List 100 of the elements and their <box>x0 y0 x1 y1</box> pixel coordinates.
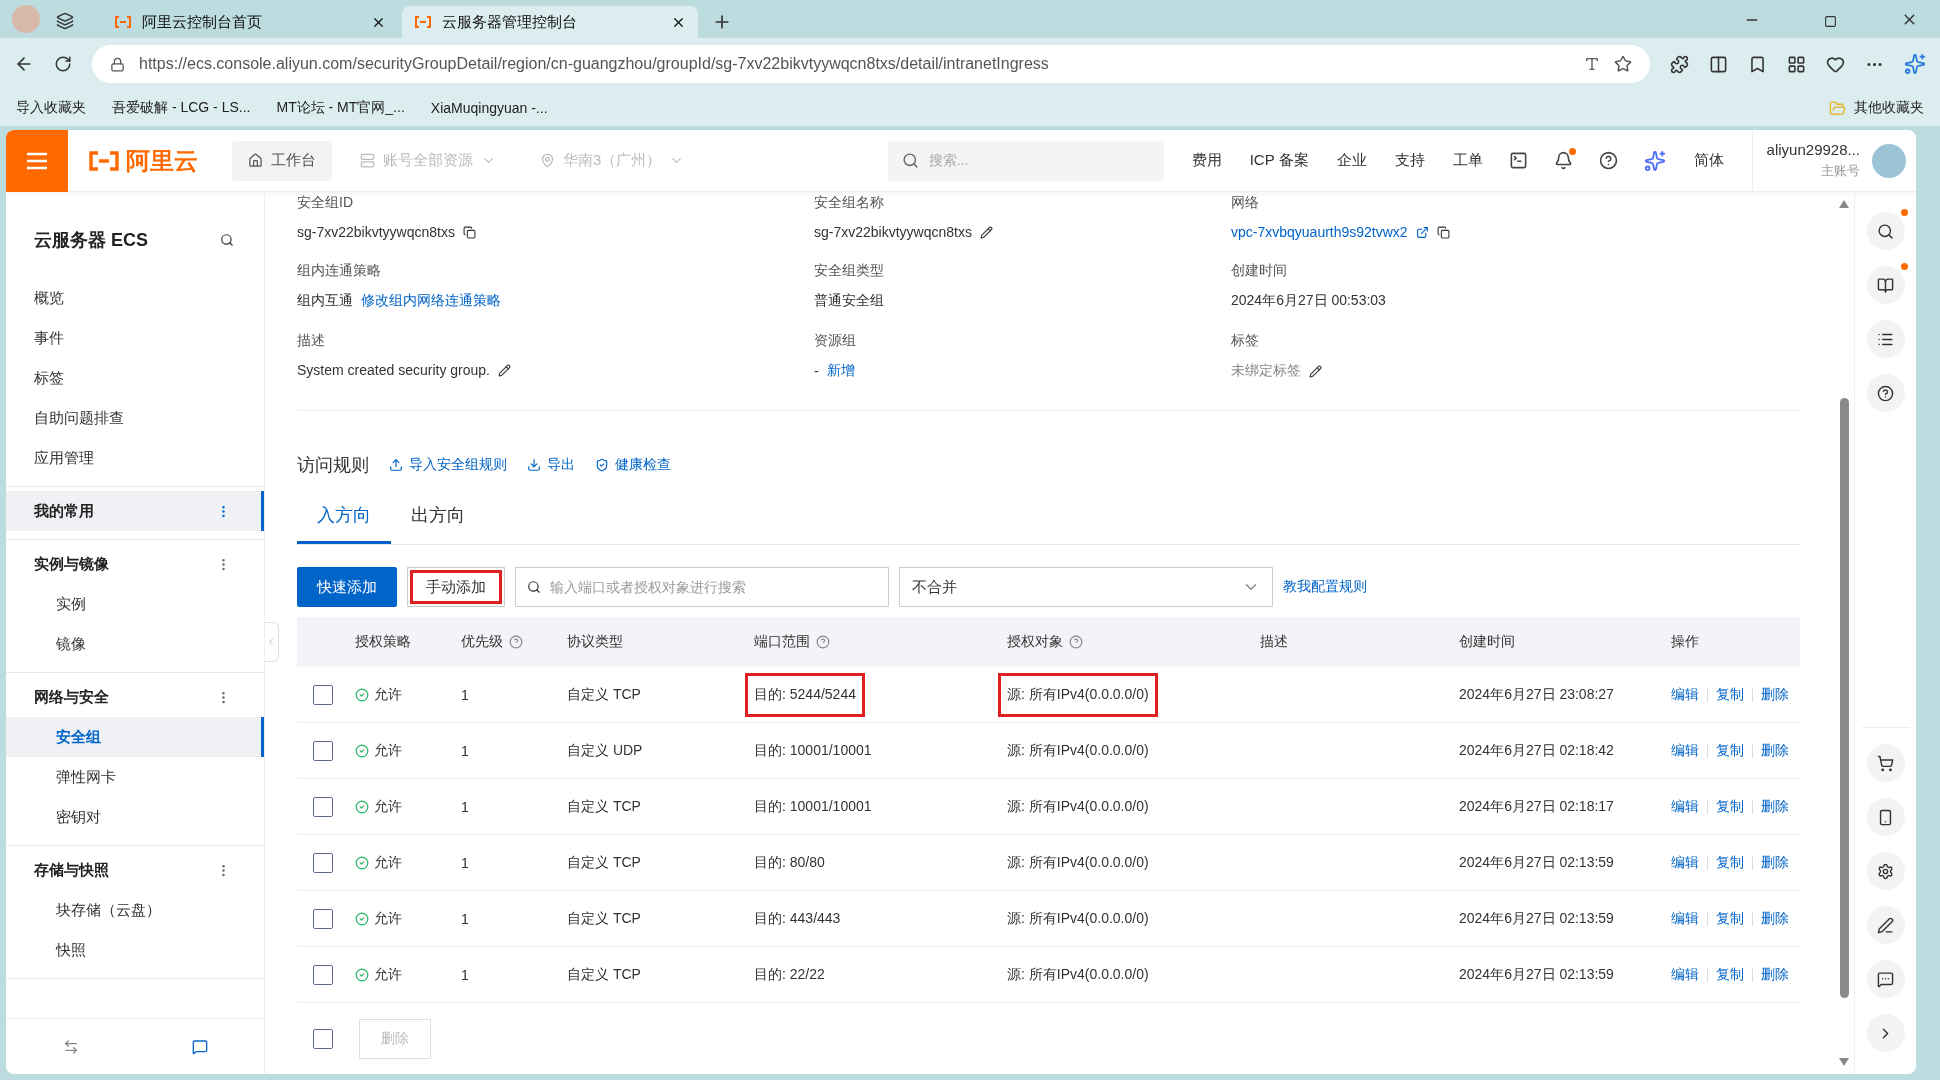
row-action-link[interactable]: 编辑 <box>1671 965 1699 984</box>
row-checkbox[interactable] <box>313 796 333 817</box>
sidebar-item[interactable]: 块存储（云盘） <box>6 890 264 930</box>
collections-icon[interactable] <box>1787 54 1806 74</box>
row-action-link[interactable]: 复制 <box>1716 909 1744 928</box>
merge-select[interactable]: 不合并 <box>899 567 1273 607</box>
reload-icon[interactable] <box>54 55 72 73</box>
header-link[interactable]: 费用 <box>1191 151 1222 170</box>
sidebar-item[interactable]: 应用管理 <box>6 438 264 478</box>
direction-tab[interactable]: 入方向 <box>297 503 391 544</box>
cart-icon[interactable] <box>1866 744 1905 782</box>
row-checkbox[interactable] <box>313 964 333 985</box>
scrollbar-thumb[interactable] <box>1839 398 1849 998</box>
direction-tab[interactable]: 出方向 <box>391 503 485 544</box>
message-icon[interactable] <box>191 1038 208 1055</box>
assistant-icon[interactable] <box>1643 149 1666 172</box>
row-action-link[interactable]: 编辑 <box>1671 797 1699 816</box>
sidebar-item[interactable]: 实例 <box>6 584 264 624</box>
bell-icon[interactable] <box>1553 151 1573 170</box>
copy-icon[interactable] <box>1436 225 1450 239</box>
row-action-link[interactable]: 编辑 <box>1671 909 1699 928</box>
row-action-link[interactable]: 删除 <box>1761 909 1789 928</box>
row-action-link[interactable]: 删除 <box>1761 853 1789 872</box>
phone-icon[interactable] <box>1866 798 1905 836</box>
row-action-link[interactable]: 复制 <box>1716 965 1744 984</box>
edit-icon[interactable] <box>1309 364 1322 378</box>
bookmark-folder[interactable]: 其他收藏夹 <box>1829 99 1924 117</box>
external-link-icon[interactable] <box>1415 225 1429 239</box>
bookmark-link[interactable]: 吾爱破解 - LCG - LS... <box>112 99 251 117</box>
row-action-link[interactable]: 复制 <box>1716 685 1744 704</box>
language-link[interactable]: 简体 <box>1693 151 1724 170</box>
menu-button[interactable] <box>6 130 68 192</box>
switch-icon[interactable] <box>62 1038 79 1055</box>
sidebar-item[interactable]: 快照 <box>6 930 264 970</box>
sidebar-item[interactable]: 弹性网卡 <box>6 757 264 797</box>
row-checkbox[interactable] <box>313 740 333 761</box>
header-link[interactable]: 支持 <box>1394 151 1425 170</box>
address-bar[interactable]: https://ecs.console.aliyun.com/securityGroupDetail/region/cn-guangzhou/groupId/sg-7xv22bikvtyywqcn8txs/detail/intranetIngress <box>92 45 1650 83</box>
bookmark-link[interactable]: 导入收藏夹 <box>16 99 86 117</box>
scroll-down-icon[interactable] <box>1839 1058 1849 1066</box>
search-field[interactable]: 输入端口或者授权对象进行搜索 <box>515 567 889 607</box>
sidebar-item[interactable]: 自助问题排查 <box>6 398 264 438</box>
row-action-link[interactable]: 删除 <box>1761 965 1789 984</box>
browser-tab[interactable]: 阿里云控制台首页 <box>102 6 398 38</box>
edit-icon[interactable] <box>979 225 993 239</box>
row-checkbox[interactable] <box>313 684 333 705</box>
sidebar-item[interactable]: 事件 <box>6 318 264 358</box>
bookmark-link[interactable]: XiaMuqingyuan -... <box>430 100 548 116</box>
row-action-link[interactable]: 删除 <box>1761 685 1789 704</box>
header-link[interactable]: ICP 备案 <box>1249 151 1309 170</box>
sidebar-group[interactable]: 网络与安全 <box>6 677 264 717</box>
row-action-link[interactable]: 编辑 <box>1671 741 1699 760</box>
action-link[interactable]: 健康检查 <box>595 456 671 474</box>
collapse-handle[interactable] <box>265 622 279 662</box>
row-action-link[interactable]: 编辑 <box>1671 853 1699 872</box>
sidebar-item[interactable]: 密钥对 <box>6 797 264 837</box>
bookmark-link[interactable]: MT论坛 - MT官网_... <box>276 99 405 117</box>
field-link[interactable]: 新增 <box>826 362 855 380</box>
split-view-icon[interactable] <box>1709 54 1728 74</box>
list-icon[interactable] <box>1866 320 1905 358</box>
tabs-icon[interactable] <box>56 12 74 30</box>
action-link[interactable]: 导入安全组规则 <box>389 456 507 474</box>
sidebar-group[interactable]: 实例与镜像 <box>6 544 264 584</box>
maximize-icon[interactable] <box>1824 15 1837 28</box>
user-name[interactable]: aliyun29928... <box>1766 141 1860 158</box>
row-checkbox[interactable] <box>313 908 333 929</box>
help-link[interactable]: 教我配置规则 <box>1283 578 1367 596</box>
scroll-up-icon[interactable] <box>1839 200 1849 208</box>
row-action-link[interactable]: 复制 <box>1716 853 1744 872</box>
field-link[interactable]: 修改组内网络连通策略 <box>361 292 501 310</box>
heart-icon[interactable] <box>1826 54 1845 74</box>
sidebar-group[interactable]: 我的常用 <box>6 491 264 531</box>
pen-icon[interactable] <box>1866 906 1905 944</box>
search-icon[interactable] <box>220 233 234 247</box>
select-all-checkbox[interactable] <box>313 1029 333 1049</box>
browser-tab[interactable]: 云服务器管理控制台 <box>402 6 698 38</box>
row-action-link[interactable]: 复制 <box>1716 741 1744 760</box>
manual-add-button[interactable]: 手动添加 <box>407 567 505 607</box>
row-action-link[interactable]: 编辑 <box>1671 685 1699 704</box>
edit-icon[interactable] <box>498 363 511 377</box>
header-link[interactable]: 工单 <box>1452 151 1483 170</box>
book-icon[interactable] <box>1866 266 1905 304</box>
chat-icon[interactable] <box>1866 960 1905 998</box>
row-action-link[interactable]: 复制 <box>1716 797 1744 816</box>
row-action-link[interactable]: 删除 <box>1761 797 1789 816</box>
action-link[interactable]: 导出 <box>527 456 575 474</box>
sidebar-item[interactable]: 镜像 <box>6 624 264 664</box>
sidebar-item[interactable]: 标签 <box>6 358 264 398</box>
row-action-link[interactable]: 删除 <box>1761 741 1789 760</box>
terminal-icon[interactable] <box>1508 151 1528 170</box>
header-link[interactable]: 企业 <box>1336 151 1367 170</box>
search-icon[interactable] <box>1866 212 1905 250</box>
gear-icon[interactable] <box>1866 852 1905 890</box>
extensions-icon[interactable] <box>1670 54 1689 74</box>
star-icon[interactable] <box>1614 55 1632 73</box>
row-checkbox[interactable] <box>313 852 333 873</box>
help-icon[interactable] <box>1866 374 1905 412</box>
sidebar-group[interactable]: 存储与快照 <box>6 850 264 890</box>
quick-add-button[interactable]: 快速添加 <box>297 567 397 607</box>
sidebar-item[interactable]: 概览 <box>6 278 264 318</box>
